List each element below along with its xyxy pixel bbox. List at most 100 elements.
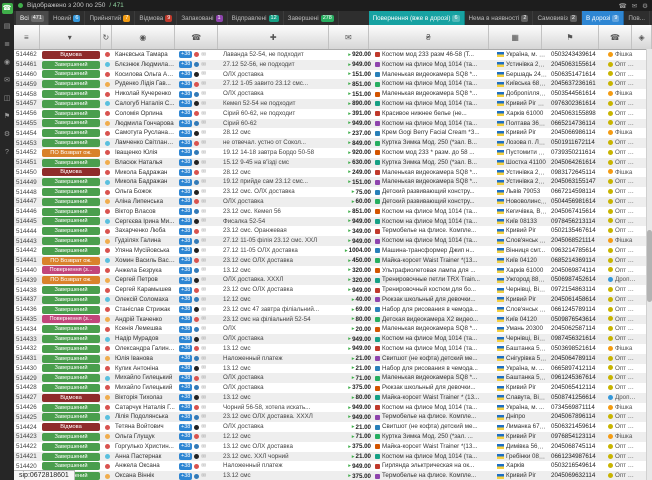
customer-name[interactable]: Салогуб Наталія С... bbox=[113, 99, 177, 109]
phone-prefix-badge[interactable]: +38 bbox=[179, 159, 192, 166]
phone-cell[interactable]: +38✉ bbox=[177, 207, 221, 217]
customer-name[interactable]: Сергєєва Ірина Ми... bbox=[113, 217, 177, 227]
phone-prefix-badge[interactable]: +38 bbox=[179, 316, 192, 323]
phone-cell[interactable]: +38✉ bbox=[177, 148, 221, 158]
phone-cell[interactable]: +38✉ bbox=[177, 383, 221, 393]
phone-prefix-badge[interactable]: +38 bbox=[179, 100, 192, 107]
phone-cell[interactable]: +38✉ bbox=[177, 315, 221, 325]
tab-прийнятий[interactable]: Прийнятий7 bbox=[85, 11, 135, 25]
table-row[interactable]: 514452 ПО Возврат ож. Іващенко Юлія +38✉… bbox=[14, 148, 652, 158]
table-row[interactable]: 514421 Завершений Анна Пастернак +38✉ 23… bbox=[14, 452, 652, 462]
table-row[interactable]: 514433 Завершений Надір Мурадов +38✉ ОЛХ… bbox=[14, 334, 652, 344]
tab-новий[interactable]: Новий6 bbox=[49, 11, 86, 25]
customer-name[interactable]: Ольга Божок bbox=[113, 187, 177, 197]
table-row[interactable]: 514445 Завершений Сергєєва Ірина Ми... +… bbox=[14, 217, 652, 227]
phone-prefix-badge[interactable]: +38 bbox=[179, 257, 192, 264]
customer-name[interactable]: Оксана Віннік bbox=[113, 471, 177, 480]
phone-cell[interactable]: +38✉ bbox=[177, 412, 221, 422]
customer-name[interactable]: Сергей Петров bbox=[113, 275, 177, 285]
table-row[interactable]: 514436 Завершений Станіслав Стрижак +38✉… bbox=[14, 305, 652, 315]
customer-name[interactable]: Блєзнюк Людмила А... bbox=[113, 60, 177, 70]
phone-prefix-badge[interactable]: +38 bbox=[179, 375, 192, 382]
customer-name[interactable]: Михайло Гилецький bbox=[113, 373, 177, 383]
customer-name[interactable]: Анна Пастернак bbox=[113, 452, 177, 462]
phone-prefix-badge[interactable]: +38 bbox=[179, 81, 192, 88]
tab-самовивіз[interactable]: Самовивіз2 bbox=[533, 11, 582, 25]
phone-cell[interactable]: +38✉ bbox=[177, 89, 221, 99]
table-row[interactable]: 514431 Завершений Юлія Іванова +38✉ Нало… bbox=[14, 354, 652, 364]
phone-prefix-badge[interactable]: +38 bbox=[179, 296, 192, 303]
phone-cell[interactable]: +38✉ bbox=[177, 461, 221, 471]
table-row[interactable]: 514453 Завершений Ламченко Світлана... +… bbox=[14, 138, 652, 148]
tab-завершені[interactable]: Завершені278 bbox=[284, 11, 339, 25]
phone-icon[interactable]: ☎ bbox=[2, 3, 13, 14]
phone-cell[interactable]: +38✉ bbox=[177, 168, 221, 178]
table-row[interactable]: 514441 ПО Возврат ож. Хомин Василь Васи.… bbox=[14, 256, 652, 266]
phone-cell[interactable]: +38✉ bbox=[177, 109, 221, 119]
customer-name[interactable]: Косилова Ольга Ар... bbox=[113, 70, 177, 80]
customer-name[interactable]: Кулик Антоніна bbox=[113, 364, 177, 374]
customer-name[interactable]: Юлія Іванова bbox=[113, 354, 177, 364]
customer-name[interactable]: Ксенія Лемешва bbox=[113, 324, 177, 334]
settings-icon[interactable]: ⚙ bbox=[2, 129, 13, 140]
phone-prefix-badge[interactable]: +38 bbox=[179, 394, 192, 401]
phone-prefix-badge[interactable]: +38 bbox=[179, 169, 192, 176]
customer-name[interactable]: Віктор Власов bbox=[113, 207, 177, 217]
phone-prefix-badge[interactable]: +38 bbox=[179, 179, 192, 186]
table-row[interactable]: 514446 Завершений Віктор Власов +38✉ 23.… bbox=[14, 207, 652, 217]
table-row[interactable]: 514444 Завершений Захарченко Люба +38✉ 2… bbox=[14, 226, 652, 236]
phone-prefix-badge[interactable]: +38 bbox=[179, 443, 192, 450]
phone-cell[interactable]: +38✉ bbox=[177, 79, 221, 89]
phone-prefix-badge[interactable]: +38 bbox=[179, 61, 192, 68]
orders-icon[interactable]: ≣ bbox=[2, 39, 13, 50]
stats-icon[interactable]: ◫ bbox=[2, 93, 13, 104]
phone-prefix-badge[interactable]: +38 bbox=[179, 208, 192, 215]
table-row[interactable]: 514450 Відмова Микола Бадражан +38✉ 28.1… bbox=[14, 168, 652, 178]
phone-prefix-badge[interactable]: +38 bbox=[179, 424, 192, 431]
phone-prefix-badge[interactable]: +38 bbox=[179, 433, 192, 440]
customer-name[interactable]: Станіслав Стрижак bbox=[113, 305, 177, 315]
phone-cell[interactable]: +38✉ bbox=[177, 226, 221, 236]
phone-cell[interactable]: +38✉ bbox=[177, 422, 221, 432]
table-row[interactable]: 514459 Завершений Руденко Лідія Гав... +… bbox=[14, 79, 652, 89]
customer-name[interactable]: Олексій Соломаха bbox=[113, 295, 177, 305]
table-row[interactable]: 514454 Завершений Самотуга Руслана В... … bbox=[14, 128, 652, 138]
phone-prefix-badge[interactable]: +38 bbox=[179, 365, 192, 372]
phone-cell[interactable]: +38✉ bbox=[177, 432, 221, 442]
tab-в-дорозі[interactable]: В дорозі9 bbox=[582, 11, 624, 25]
phone-prefix-badge[interactable]: +38 bbox=[179, 414, 192, 421]
table-row[interactable]: 514423 Завершений Ольга Глущук +38✉ 12.1… bbox=[14, 432, 652, 442]
phone-cell[interactable]: +38✉ bbox=[177, 266, 221, 276]
table-row[interactable]: 514460 Завершений Косилова Ольга Ар... +… bbox=[14, 70, 652, 80]
customer-name[interactable]: Тетяна Войтович bbox=[113, 422, 177, 432]
tab-повернення-вже-в-дорозі-[interactable]: Повернення (вже в дорозі)6 bbox=[369, 11, 465, 25]
customer-name[interactable]: Олександра Галина... bbox=[113, 344, 177, 354]
table-row[interactable]: 514438 Завершений Сергей Карамышев +38✉ … bbox=[14, 285, 652, 295]
phone-prefix-badge[interactable]: +38 bbox=[179, 384, 192, 391]
phone-cell[interactable]: +38✉ bbox=[177, 256, 221, 266]
phone-prefix-badge[interactable]: +38 bbox=[179, 140, 192, 147]
customer-name[interactable]: Николай Кучеренко bbox=[113, 89, 177, 99]
contacts-icon[interactable]: ◉ bbox=[2, 57, 13, 68]
phone-cell[interactable]: +38✉ bbox=[177, 471, 221, 480]
table-row[interactable]: 514434 Завершений Ксенія Лемешва +38✉ ОЛ… bbox=[14, 324, 652, 334]
phone-cell[interactable]: +38✉ bbox=[177, 403, 221, 413]
tab-відмова[interactable]: Відмова9 bbox=[135, 11, 177, 25]
table-row[interactable]: 514429 Завершений Михайло Гилецький +38✉… bbox=[14, 373, 652, 383]
customer-name[interactable]: Самотуга Руслана В... bbox=[113, 128, 177, 138]
table-row[interactable]: 514461 Завершений Блєзнюк Людмила А... +… bbox=[14, 60, 652, 70]
table-row[interactable]: 514430 Завершений Кулик Антоніна +38✉ 13… bbox=[14, 364, 652, 374]
phone-prefix-badge[interactable]: +38 bbox=[179, 345, 192, 352]
column-header-source-icon[interactable]: ◈ bbox=[632, 25, 652, 49]
phone-cell[interactable]: +38✉ bbox=[177, 354, 221, 364]
flag-icon[interactable]: ⚑ bbox=[2, 111, 13, 122]
phone-cell[interactable]: +38✉ bbox=[177, 50, 221, 60]
phone-prefix-badge[interactable]: +38 bbox=[179, 336, 192, 343]
phone-cell[interactable]: +38✉ bbox=[177, 197, 221, 207]
column-header-region-icon[interactable]: ⚑ bbox=[542, 25, 598, 49]
settings-icon[interactable]: ⚙ bbox=[642, 2, 648, 10]
phone-prefix-badge[interactable]: +38 bbox=[179, 189, 192, 196]
customer-name[interactable]: Гудзілях Галина bbox=[113, 236, 177, 246]
column-header-payment-icon[interactable]: ₴ bbox=[369, 25, 489, 49]
customer-name[interactable]: Андрій Ткаченко bbox=[113, 315, 177, 325]
